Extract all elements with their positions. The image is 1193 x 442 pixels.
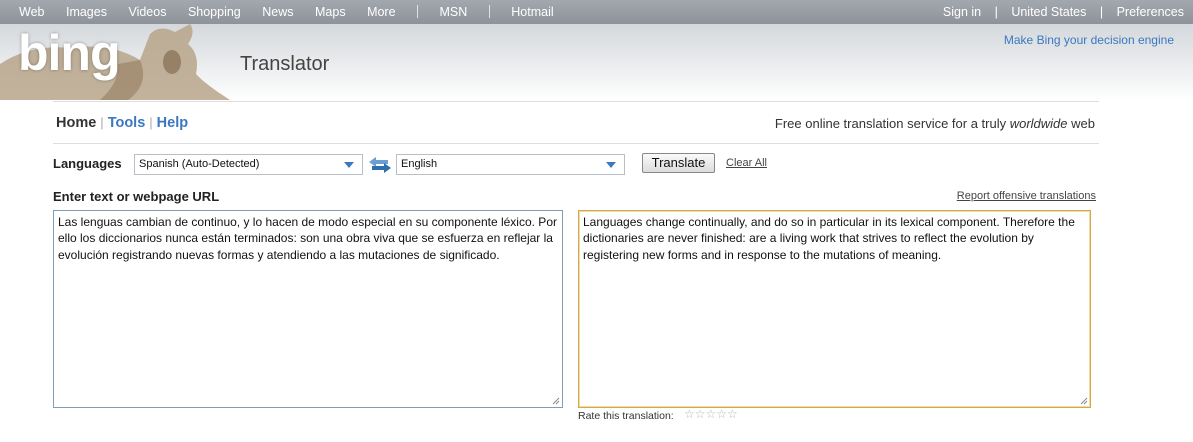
report-offensive-link[interactable]: Report offensive translations [957,190,1096,202]
translator-nav: Home | Tools | Help [56,115,188,131]
nav-divider: | [100,115,104,130]
tagline-link[interactable]: Make Bing your decision engine [1004,33,1174,47]
help-link[interactable]: Help [157,115,188,131]
nav-divider [488,5,490,18]
nav-news[interactable]: News [262,5,293,19]
languages-label: Languages [53,156,122,171]
nav-divider: | [1099,5,1104,19]
nav-images[interactable]: Images [66,5,107,19]
nav-maps[interactable]: Maps [315,5,346,19]
input-label: Enter text or webpage URL [53,189,220,204]
translate-button[interactable]: Translate [642,153,715,173]
target-language-value: English [401,158,438,170]
nav-hotmail[interactable]: Hotmail [511,5,553,19]
region-link[interactable]: United States [1011,5,1086,19]
target-language-select[interactable]: English [396,154,625,175]
nav-divider: | [149,115,153,130]
nav-web[interactable]: Web [19,5,44,19]
top-navigation-bar: Web Images Videos Shopping News Maps Mor… [0,0,1193,24]
rating-stars-icon[interactable]: ☆☆☆☆☆ [684,407,738,421]
service-description: Free online translation service for a tr… [775,116,1095,131]
product-title: Translator [240,53,330,75]
divider [53,101,1099,102]
description-text-end: web [1067,116,1095,131]
sign-in-link[interactable]: Sign in [943,5,981,19]
top-nav-right: Sign in | United States | Preferences [943,5,1184,19]
description-text: Free online translation service for a tr… [774,116,1010,131]
nav-more[interactable]: More [367,5,395,19]
chevron-down-icon [606,162,616,168]
nav-videos[interactable]: Videos [128,5,166,19]
home-link[interactable]: Home [56,115,96,131]
nav-msn[interactable]: MSN [440,5,468,19]
divider [53,143,1099,144]
rate-translation-label: Rate this translation: [578,410,674,422]
source-text: Las lenguas cambian de continuo, y lo ha… [58,215,557,262]
chevron-down-icon [344,162,354,168]
source-language-value: Spanish (Auto-Detected) [139,158,260,170]
bing-logo[interactable]: bing [18,24,121,82]
clear-all-link[interactable]: Clear All [726,157,767,169]
source-text-input[interactable]: Las lenguas cambian de continuo, y lo ha… [53,210,563,408]
top-nav-left: Web Images Videos Shopping News Maps Mor… [19,5,572,19]
tools-link[interactable]: Tools [108,115,146,131]
resize-handle-icon[interactable] [552,397,560,405]
nav-divider [417,5,419,18]
resize-handle-icon[interactable] [1080,397,1088,405]
description-emphasis: worldwide [1009,116,1068,131]
translated-text: Languages change continually, and do so … [583,215,1075,262]
nav-shopping[interactable]: Shopping [188,5,241,19]
header: Web Images Videos Shopping News Maps Mor… [0,0,1193,100]
nav-divider: | [994,5,998,19]
preferences-link[interactable]: Preferences [1117,5,1184,19]
swap-languages-icon[interactable] [368,156,392,174]
source-language-select[interactable]: Spanish (Auto-Detected) [134,154,363,175]
translation-output[interactable]: Languages change continually, and do so … [578,210,1091,408]
